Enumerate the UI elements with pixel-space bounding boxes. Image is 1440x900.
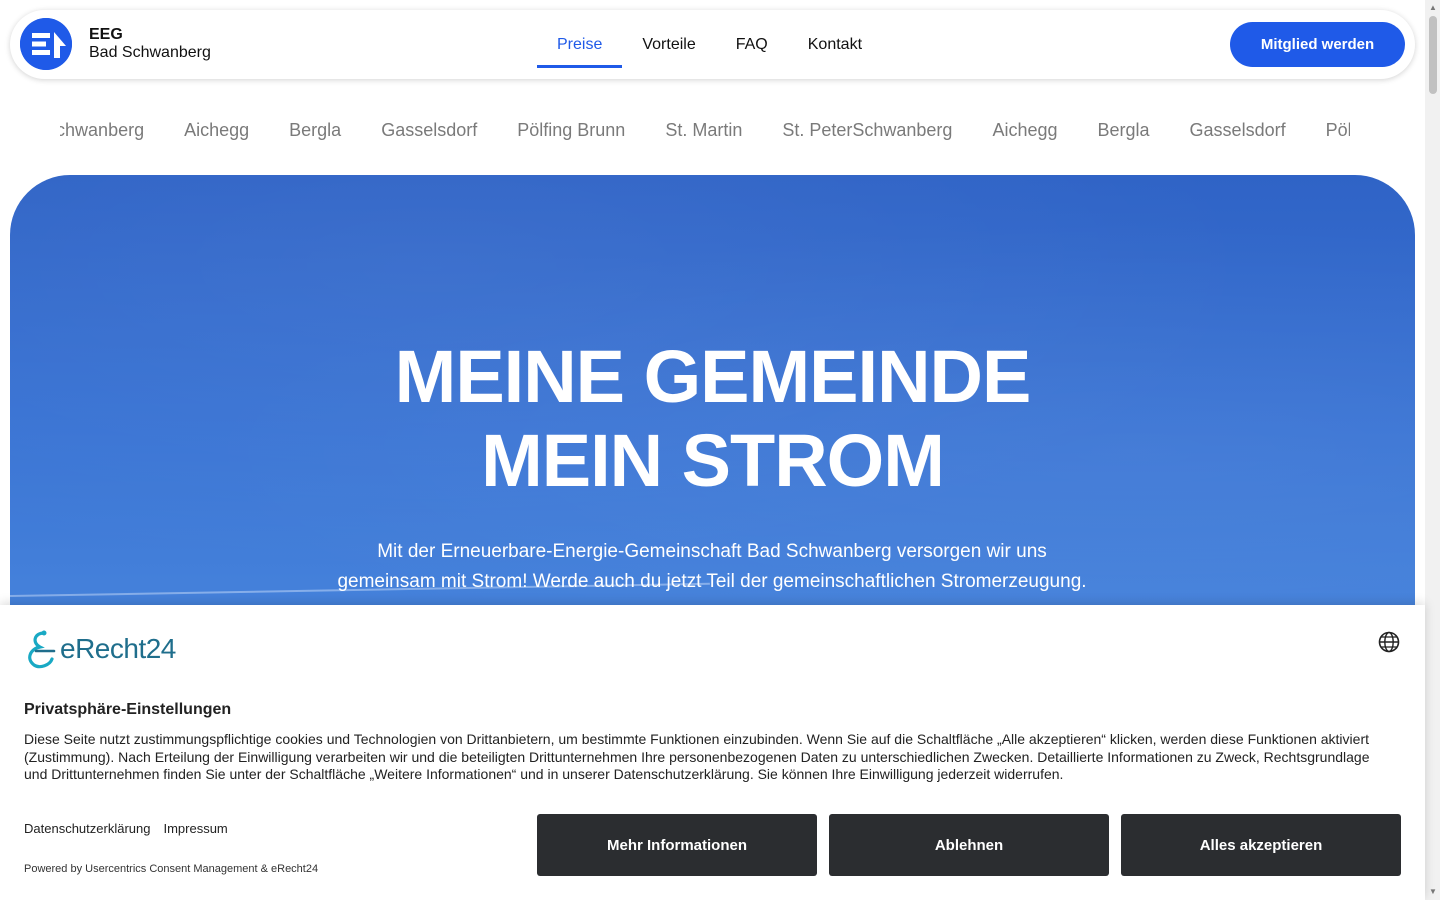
powered-by-text: Powered by Usercentrics Consent Manageme… (24, 863, 319, 875)
marquee-item: Pölfing Brunn (517, 120, 626, 140)
marquee-item: St. PeterSchwanberg (782, 120, 953, 140)
logo-icon (20, 18, 72, 70)
marquee-item: Pölfing Brunn (1325, 120, 1350, 140)
nav-item-preise[interactable]: Preise (537, 10, 623, 79)
nav-item-vorteile[interactable]: Vorteile (622, 10, 715, 79)
language-globe-icon[interactable] (1378, 631, 1400, 653)
scroll-up-arrow-icon[interactable]: ▲ (1429, 4, 1437, 12)
more-information-button[interactable]: Mehr Informationen (537, 814, 817, 876)
marquee-item: St. Martin (665, 120, 743, 140)
privacy-policy-link[interactable]: Datenschutzerklärung (24, 821, 150, 836)
erecht24-logo: eRecht24 (24, 629, 176, 669)
marquee-item: Gasselsdorf (1189, 120, 1286, 140)
hero-title-line1: MEINE GEMEINDE (394, 335, 1032, 418)
become-member-button[interactable]: Mitglied werden (1230, 22, 1405, 67)
hero-section: MEINE GEMEINDE MEIN STROM Mit der Erneue… (10, 175, 1415, 635)
cookie-consent-banner: eRecht24 Privatsphäre-Einstellungen Dies… (0, 605, 1425, 900)
consent-links: Datenschutzerklärung Impressum (24, 821, 228, 836)
municipality-marquee: Bad Schwanberg Aichegg Bergla Gasselsdor… (60, 110, 1350, 152)
main-nav: Preise Vorteile FAQ Kontakt (537, 10, 882, 79)
hero-title-line2: MEIN STROM (481, 419, 945, 502)
hero-title: MEINE GEMEINDE MEIN STROM (10, 335, 1415, 503)
marquee-item: Gasselsdorf (381, 120, 478, 140)
consent-heading: Privatsphäre-Einstellungen (24, 701, 232, 718)
logo-subtitle: Bad Schwanberg (89, 44, 211, 61)
marquee-item: Bergla (289, 120, 342, 140)
erecht24-logo-icon (28, 630, 56, 669)
logo-title: EEG (89, 26, 123, 43)
page-scrollbar[interactable]: ▲ ▼ (1425, 0, 1440, 900)
scroll-down-arrow-icon[interactable]: ▼ (1429, 888, 1437, 896)
scrollbar-thumb[interactable] (1429, 16, 1437, 94)
nav-item-kontakt[interactable]: Kontakt (788, 10, 882, 79)
decline-button[interactable]: Ablehnen (829, 814, 1109, 876)
erecht24-brand: eRecht24 (60, 633, 176, 664)
nav-item-faq[interactable]: FAQ (716, 10, 788, 79)
site-header: EEG Bad Schwanberg Preise Vorteile FAQ K… (10, 10, 1415, 79)
imprint-link[interactable]: Impressum (163, 821, 227, 836)
marquee-item: Bad Schwanberg (60, 120, 145, 140)
marquee-item: Aichegg (184, 120, 250, 140)
consent-description: Diese Seite nutzt zustimmungspflichtige … (24, 731, 1370, 782)
marquee-item: Aichegg (992, 120, 1058, 140)
hero-subtitle: Mit der Erneuerbare-Energie-Gemeinschaft… (337, 541, 1087, 592)
marquee-item: Bergla (1097, 120, 1150, 140)
accept-all-button[interactable]: Alles akzeptieren (1121, 814, 1401, 876)
site-logo[interactable]: EEG Bad Schwanberg (20, 18, 211, 70)
